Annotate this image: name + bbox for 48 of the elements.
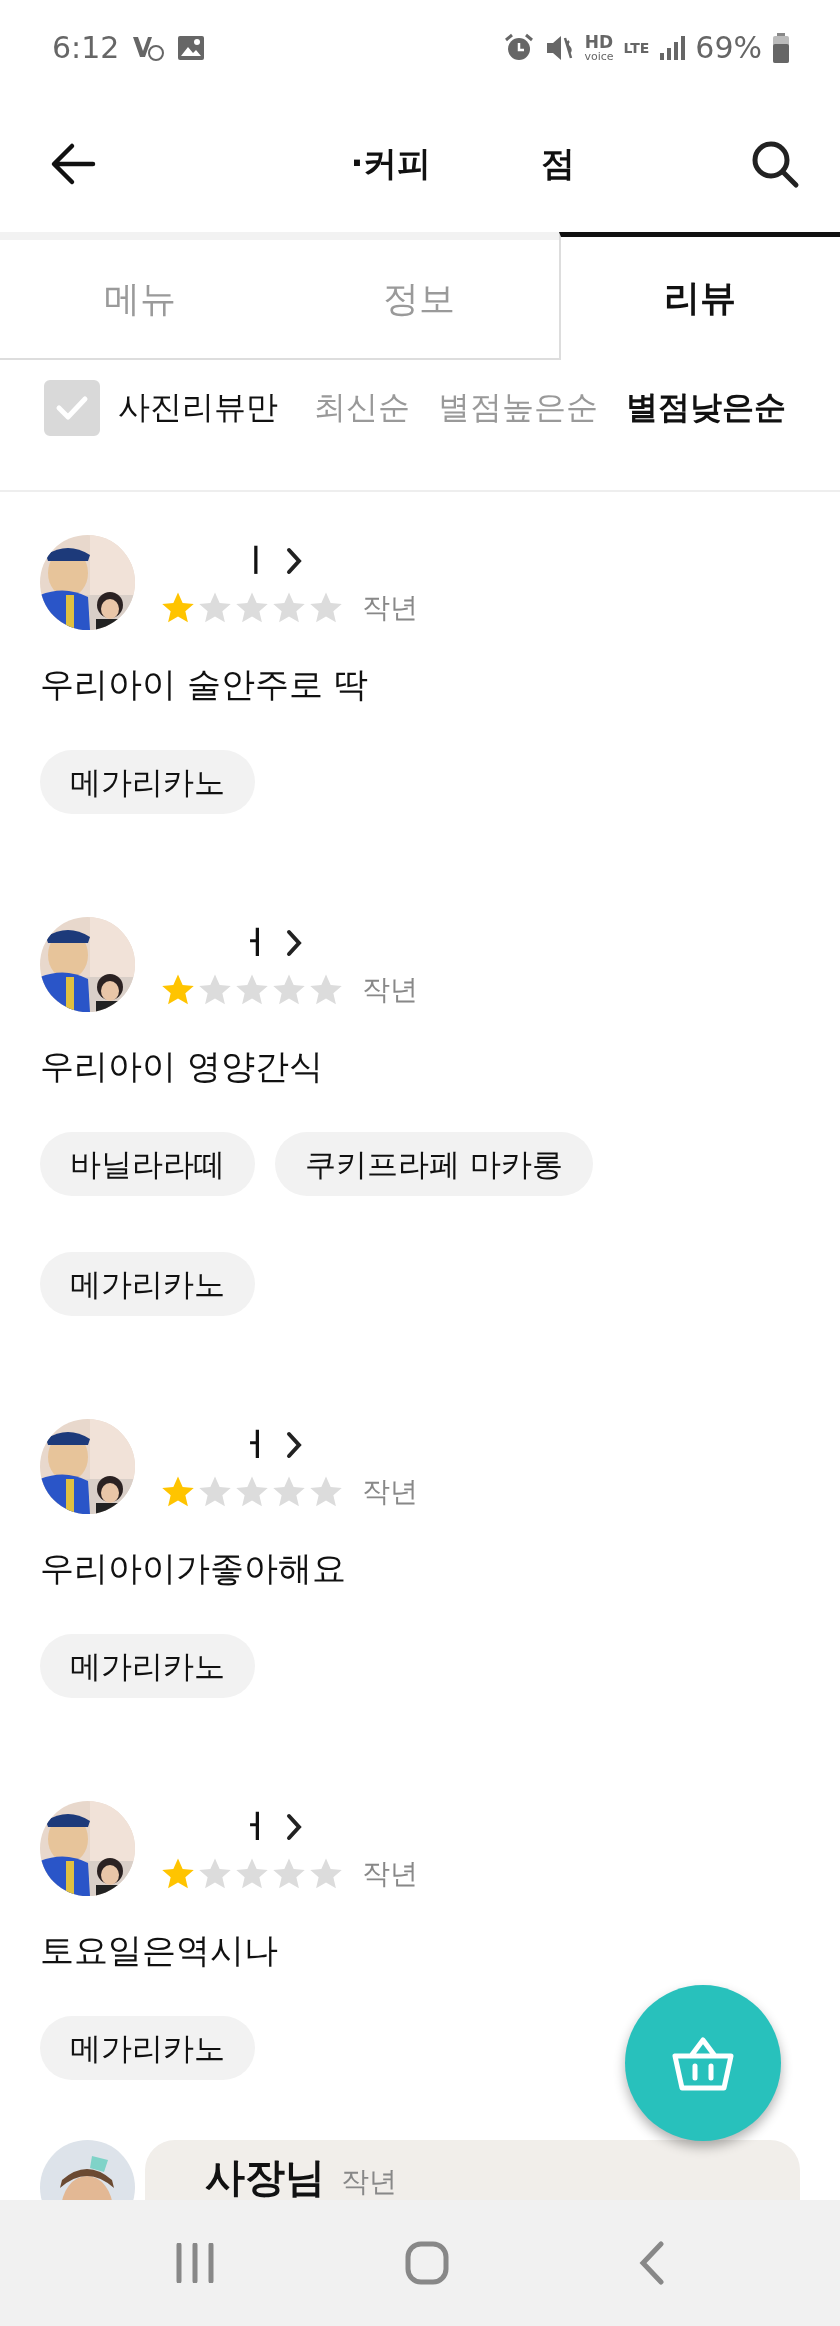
photo-only-checkbox[interactable]: 사진리뷰만: [44, 380, 278, 436]
lte-label: LTE: [623, 39, 650, 56]
owner-name: 사장님: [205, 2153, 325, 2202]
store-title: ·커피: [350, 141, 432, 185]
chevron-right-icon[interactable]: [286, 928, 302, 957]
menu-tag: 바닐라라떼: [40, 1132, 255, 1196]
basket-icon: [671, 2034, 735, 2092]
back-icon: [639, 2241, 665, 2285]
chevron-right-icon[interactable]: [286, 1812, 302, 1841]
home-icon: [405, 2241, 449, 2285]
tab[interactable]: 리뷰: [558, 232, 840, 360]
review-text: 우리아이가좋아해요: [40, 1547, 347, 1590]
battery-percent: 69%: [695, 30, 762, 65]
menu-tag: 메가리카노: [40, 2016, 255, 2080]
chevron-right-icon[interactable]: [286, 546, 302, 575]
home-button[interactable]: [405, 2241, 449, 2285]
menu-tag: 메가리카노: [40, 750, 255, 814]
check-icon: [55, 395, 89, 421]
back-button[interactable]: [639, 2241, 665, 2285]
review-date: 작년: [362, 589, 418, 626]
recent-apps-button[interactable]: [175, 2243, 215, 2283]
review-text: 우리아이 술안주로 딱: [40, 663, 369, 706]
hd-label: HD: [584, 33, 614, 51]
clock-time: 6:12: [52, 30, 120, 65]
review-date: 작년: [362, 1855, 418, 1892]
store-title: 점: [541, 141, 576, 185]
review-text: 우리아이 영양간식: [40, 1045, 324, 1088]
back-arrow-icon[interactable]: [50, 141, 96, 186]
recent-apps-icon: [175, 2243, 215, 2283]
signal-icon: [659, 34, 686, 61]
reviewer-name[interactable]: ㅣ: [240, 538, 272, 583]
menu-tag: 쿠키프라페 마카롱: [275, 1132, 593, 1196]
review-text: 토요일은역시나: [40, 1929, 279, 1972]
checkbox-box[interactable]: [44, 380, 100, 436]
alarm-icon: [504, 32, 535, 63]
review-date: 작년: [362, 1473, 418, 1510]
reviewer-name[interactable]: ㅓ: [240, 920, 272, 965]
menu-tag: 메가리카노: [40, 1634, 255, 1698]
menu-tag: 메가리카노: [40, 1252, 255, 1316]
sort-option[interactable]: 별점낮은순: [626, 386, 786, 430]
review-date: 작년: [362, 971, 418, 1008]
image-icon: [177, 34, 206, 61]
reviewer-name[interactable]: ㅓ: [240, 1422, 272, 1467]
reviewer-name[interactable]: ㅓ: [240, 1804, 272, 1849]
reply-date: 작년: [341, 2164, 397, 2200]
battery-icon: [772, 32, 790, 63]
voice-label: voice: [584, 50, 614, 62]
chevron-right-icon[interactable]: [286, 1430, 302, 1459]
